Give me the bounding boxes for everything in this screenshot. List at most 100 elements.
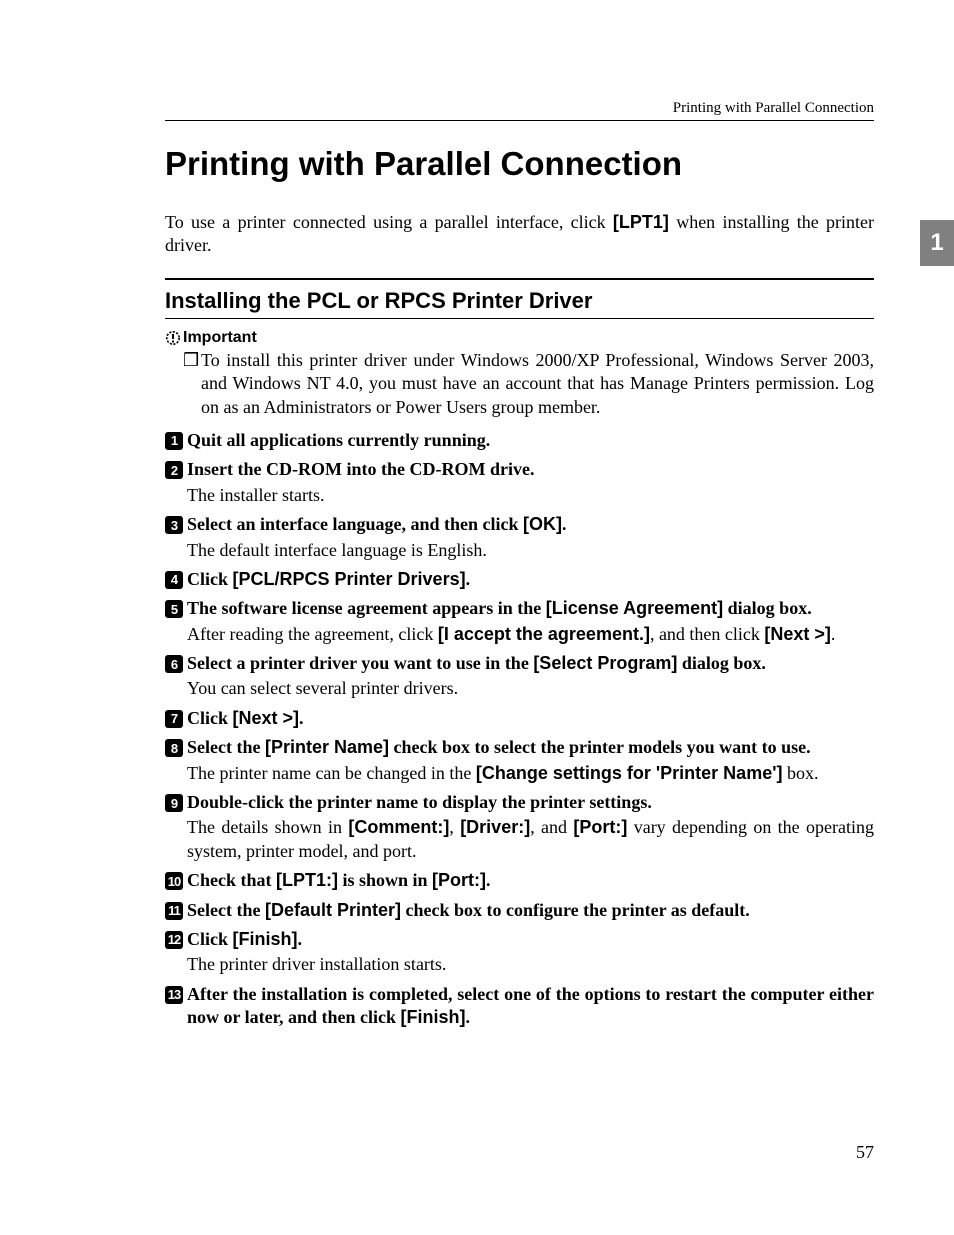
step-title: The software license agreement appears i… bbox=[187, 597, 874, 620]
step-number-icon: 10 bbox=[165, 872, 183, 890]
step-title: Click [Next >]. bbox=[187, 707, 874, 730]
step-text: Click bbox=[187, 569, 233, 589]
step-8: 8 Select the [Printer Name] check box to… bbox=[165, 736, 874, 785]
important-heading: Important bbox=[165, 329, 874, 347]
step-text: The software license agreement appears i… bbox=[187, 598, 546, 618]
important-icon bbox=[165, 330, 181, 346]
step-text: . bbox=[831, 624, 836, 644]
step-text: , and bbox=[530, 817, 573, 837]
step-11: 11 Select the [Default Printer] check bo… bbox=[165, 899, 874, 922]
step-3: 3 Select an interface language, and then… bbox=[165, 513, 874, 562]
running-head: Printing with Parallel Connection bbox=[673, 100, 874, 117]
step-number-icon: 9 bbox=[165, 794, 183, 812]
step-text: check box to configure the printer as de… bbox=[401, 900, 750, 920]
step-number-icon: 12 bbox=[165, 931, 183, 949]
step-text: , and then click bbox=[650, 624, 764, 644]
step-text: . bbox=[298, 929, 303, 949]
step-text: Select a printer driver you want to use … bbox=[187, 653, 533, 673]
next-label: [Next >] bbox=[233, 708, 300, 728]
next-label: [Next >] bbox=[764, 624, 831, 644]
step-body: After reading the agreement, click [I ac… bbox=[187, 623, 874, 646]
step-text: . bbox=[299, 708, 304, 728]
step-body: The installer starts. bbox=[187, 484, 874, 507]
important-text: To install this printer driver under Win… bbox=[201, 349, 874, 419]
step-text: After the installation is completed, sel… bbox=[187, 984, 874, 1027]
section-rule-top bbox=[165, 278, 874, 280]
step-text: The details shown in bbox=[187, 817, 348, 837]
step-text: . bbox=[486, 870, 491, 890]
step-body: The printer driver installation starts. bbox=[187, 953, 874, 976]
step-number-icon: 1 bbox=[165, 432, 183, 450]
driver-label: [Driver:] bbox=[460, 817, 530, 837]
step-9: 9 Double-click the printer name to displ… bbox=[165, 791, 874, 863]
step-body: You can select several printer drivers. bbox=[187, 677, 874, 700]
step-text: Check that bbox=[187, 870, 276, 890]
section-heading: Installing the PCL or RPCS Printer Drive… bbox=[165, 288, 874, 314]
intro-paragraph: To use a printer connected using a paral… bbox=[165, 211, 874, 258]
step-4: 4 Click [PCL/RPCS Printer Drivers]. bbox=[165, 568, 874, 591]
page-title: Printing with Parallel Connection bbox=[165, 145, 874, 183]
step-text: check box to select the printer models y… bbox=[389, 737, 811, 757]
running-rule bbox=[165, 120, 874, 121]
lpt1-label: [LPT1:] bbox=[276, 870, 338, 890]
step-text: After reading the agreement, click bbox=[187, 624, 438, 644]
change-settings-label: [Change settings for 'Printer Name'] bbox=[476, 763, 783, 783]
step-title: Select the [Printer Name] check box to s… bbox=[187, 736, 874, 759]
step-text: Select an interface language, and then c… bbox=[187, 514, 523, 534]
step-text: dialog box. bbox=[677, 653, 766, 673]
step-number-icon: 8 bbox=[165, 739, 183, 757]
port-label: [Port:] bbox=[573, 817, 627, 837]
step-text: is shown in bbox=[338, 870, 432, 890]
step-title: Select a printer driver you want to use … bbox=[187, 652, 874, 675]
step-title: Double-click the printer name to display… bbox=[187, 791, 874, 814]
finish-label: [Finish] bbox=[401, 1007, 466, 1027]
default-printer-label: [Default Printer] bbox=[265, 900, 401, 920]
accept-agreement-label: [I accept the agreement.] bbox=[438, 624, 650, 644]
section-rule-bottom bbox=[165, 318, 874, 319]
step-number-icon: 6 bbox=[165, 655, 183, 673]
chapter-tab: 1 bbox=[920, 220, 954, 266]
step-5: 5 The software license agreement appears… bbox=[165, 597, 874, 646]
step-text: Click bbox=[187, 929, 233, 949]
select-program-label: [Select Program] bbox=[533, 653, 677, 673]
step-2: 2 Insert the CD-ROM into the CD-ROM driv… bbox=[165, 458, 874, 507]
step-text: box. bbox=[782, 763, 818, 783]
step-7: 7 Click [Next >]. bbox=[165, 707, 874, 730]
step-number-icon: 11 bbox=[165, 902, 183, 920]
step-10: 10 Check that [LPT1:] is shown in [Port:… bbox=[165, 869, 874, 892]
step-title: Quit all applications currently running. bbox=[187, 429, 874, 452]
important-label: Important bbox=[183, 329, 257, 347]
step-title: Insert the CD-ROM into the CD-ROM drive. bbox=[187, 458, 874, 481]
ok-label: [OK] bbox=[523, 514, 562, 534]
printer-name-label: [Printer Name] bbox=[265, 737, 389, 757]
step-text: Select the bbox=[187, 900, 265, 920]
step-number-icon: 3 bbox=[165, 516, 183, 534]
pcl-rpcs-label: [PCL/RPCS Printer Drivers] bbox=[233, 569, 466, 589]
step-title: Click [PCL/RPCS Printer Drivers]. bbox=[187, 568, 874, 591]
step-6: 6 Select a printer driver you want to us… bbox=[165, 652, 874, 701]
step-body: The default interface language is Englis… bbox=[187, 539, 874, 562]
step-12: 12 Click [Finish]. The printer driver in… bbox=[165, 928, 874, 977]
step-text: dialog box. bbox=[723, 598, 812, 618]
license-agreement-label: [License Agreement] bbox=[546, 598, 723, 618]
bullet-icon: ❒ bbox=[183, 349, 201, 419]
step-text: , bbox=[449, 817, 460, 837]
page-number: 57 bbox=[856, 1142, 874, 1163]
step-text: . bbox=[466, 1007, 471, 1027]
step-title: Check that [LPT1:] is shown in [Port:]. bbox=[187, 869, 874, 892]
port-label: [Port:] bbox=[432, 870, 486, 890]
step-title: Select an interface language, and then c… bbox=[187, 513, 874, 536]
step-title: After the installation is completed, sel… bbox=[187, 983, 874, 1030]
comment-label: [Comment:] bbox=[348, 817, 449, 837]
step-number-icon: 13 bbox=[165, 986, 183, 1004]
step-text: . bbox=[562, 514, 567, 534]
step-text: The printer name can be changed in the bbox=[187, 763, 476, 783]
step-1: 1 Quit all applications currently runnin… bbox=[165, 429, 874, 452]
lpt1-label: [LPT1] bbox=[613, 212, 669, 232]
step-number-icon: 2 bbox=[165, 461, 183, 479]
step-13: 13 After the installation is completed, … bbox=[165, 983, 874, 1030]
finish-label: [Finish] bbox=[233, 929, 298, 949]
step-title: Click [Finish]. bbox=[187, 928, 874, 951]
step-title: Select the [Default Printer] check box t… bbox=[187, 899, 874, 922]
step-text: Select the bbox=[187, 737, 265, 757]
